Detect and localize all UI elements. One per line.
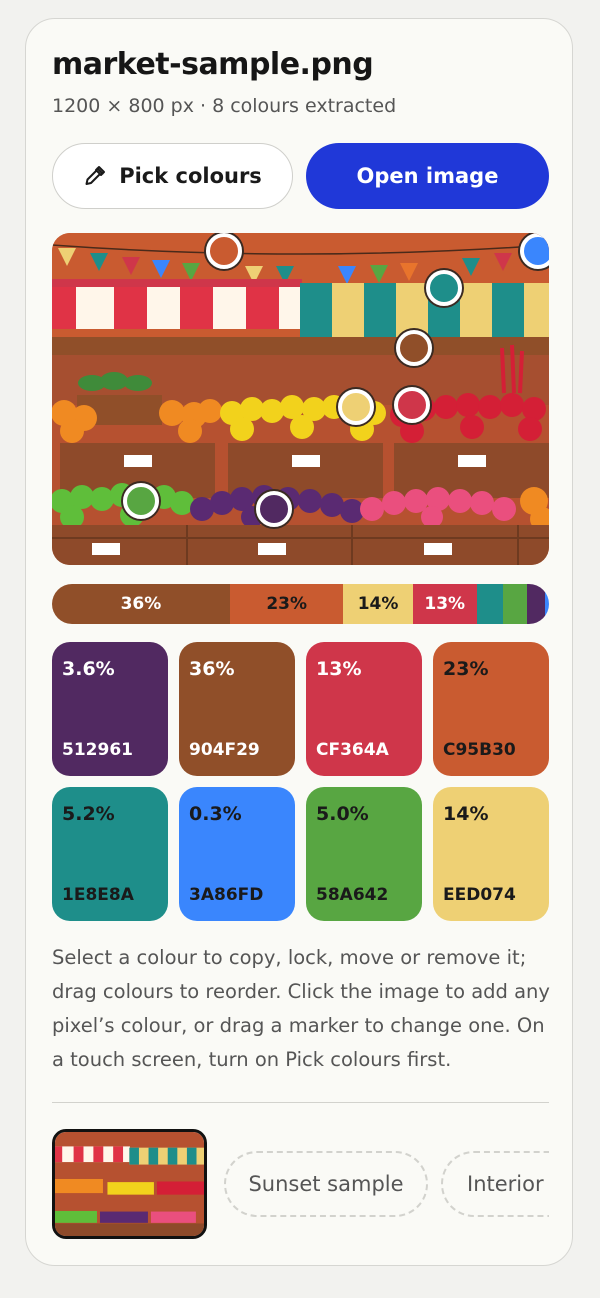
color-swatch[interactable]: 5.0% 58A642	[306, 787, 422, 921]
open-image-button[interactable]: Open image	[306, 143, 549, 209]
ratio-segment[interactable]: 14%	[343, 584, 413, 624]
swatch-percent: 14%	[443, 803, 489, 825]
pick-colours-button[interactable]: Pick colours	[52, 143, 293, 209]
swatch-hex: 58A642	[316, 885, 389, 905]
color-swatch[interactable]: 13% CF364A	[306, 642, 422, 776]
color-marker[interactable]	[520, 233, 549, 269]
ratio-segment[interactable]	[476, 584, 503, 624]
swatch-hex: 3A86FD	[189, 885, 264, 905]
color-marker[interactable]	[426, 270, 462, 306]
sample-chip-interior[interactable]: Interior	[441, 1151, 549, 1217]
ratio-segment[interactable]: 23%	[229, 584, 344, 624]
swatch-hex: CF364A	[316, 740, 389, 760]
color-marker[interactable]	[338, 389, 374, 425]
color-swatch[interactable]: 14% EED074	[433, 787, 549, 921]
pick-colours-label: Pick colours	[119, 164, 262, 188]
color-marker[interactable]	[123, 483, 159, 519]
swatch-hex: 1E8E8A	[62, 885, 134, 905]
swatch-hex: 904F29	[189, 740, 260, 760]
swatch-percent: 0.3%	[189, 803, 242, 825]
ratio-segment-label: 13%	[424, 594, 466, 614]
market-stall-illustration[interactable]	[52, 233, 549, 565]
ratio-segment[interactable]: 13%	[412, 584, 477, 624]
color-marker[interactable]	[206, 233, 242, 269]
sample-chip-sunset[interactable]: Sunset sample	[224, 1151, 428, 1217]
color-swatch[interactable]: 5.2% 1E8E8A	[52, 787, 168, 921]
ratio-segment[interactable]	[545, 584, 549, 624]
swatch-percent: 5.0%	[316, 803, 369, 825]
color-swatch[interactable]: 36% 904F29	[179, 642, 295, 776]
ratio-segment[interactable]: 36%	[52, 584, 230, 624]
palette-card: market-sample.png 1200 × 800 px · 8 colo…	[25, 18, 573, 1266]
image-file-name: market-sample.png	[52, 47, 374, 82]
color-ratio-bar: 36% 23% 14% 13%	[52, 584, 549, 624]
market-thumbnail-image	[55, 1132, 204, 1236]
swatch-percent: 36%	[189, 658, 235, 680]
color-swatch[interactable]: 23% C95B30	[433, 642, 549, 776]
sample-thumbnail-market[interactable]	[52, 1129, 207, 1239]
help-text: Select a colour to copy, lock, move or r…	[52, 946, 550, 1071]
swatch-percent: 13%	[316, 658, 362, 680]
color-marker[interactable]	[396, 330, 432, 366]
divider	[52, 1102, 549, 1103]
swatch-hex: 512961	[62, 740, 133, 760]
swatch-hex: EED074	[443, 885, 516, 905]
color-marker[interactable]	[394, 387, 430, 423]
color-swatch[interactable]: 3.6% 512961	[52, 642, 168, 776]
swatch-percent: 3.6%	[62, 658, 115, 680]
eyedropper-icon	[83, 164, 107, 188]
swatch-grid: 3.6% 512961 36% 904F29 13% CF364A 23% C95B30 5.2…	[52, 642, 549, 921]
image-info: 1200 × 800 px · 8 colours extracted	[52, 95, 397, 117]
image-preview[interactable]	[52, 233, 549, 565]
ratio-segment-label: 14%	[357, 594, 399, 614]
color-swatch[interactable]: 0.3% 3A86FD	[179, 787, 295, 921]
ratio-segment-label: 36%	[120, 594, 162, 614]
color-marker[interactable]	[256, 491, 292, 527]
swatch-percent: 5.2%	[62, 803, 115, 825]
ratio-segment[interactable]	[527, 584, 545, 624]
ratio-segment[interactable]	[502, 584, 528, 624]
swatch-percent: 23%	[443, 658, 489, 680]
ratio-segment-label: 23%	[266, 594, 308, 614]
swatch-hex: C95B30	[443, 740, 516, 760]
